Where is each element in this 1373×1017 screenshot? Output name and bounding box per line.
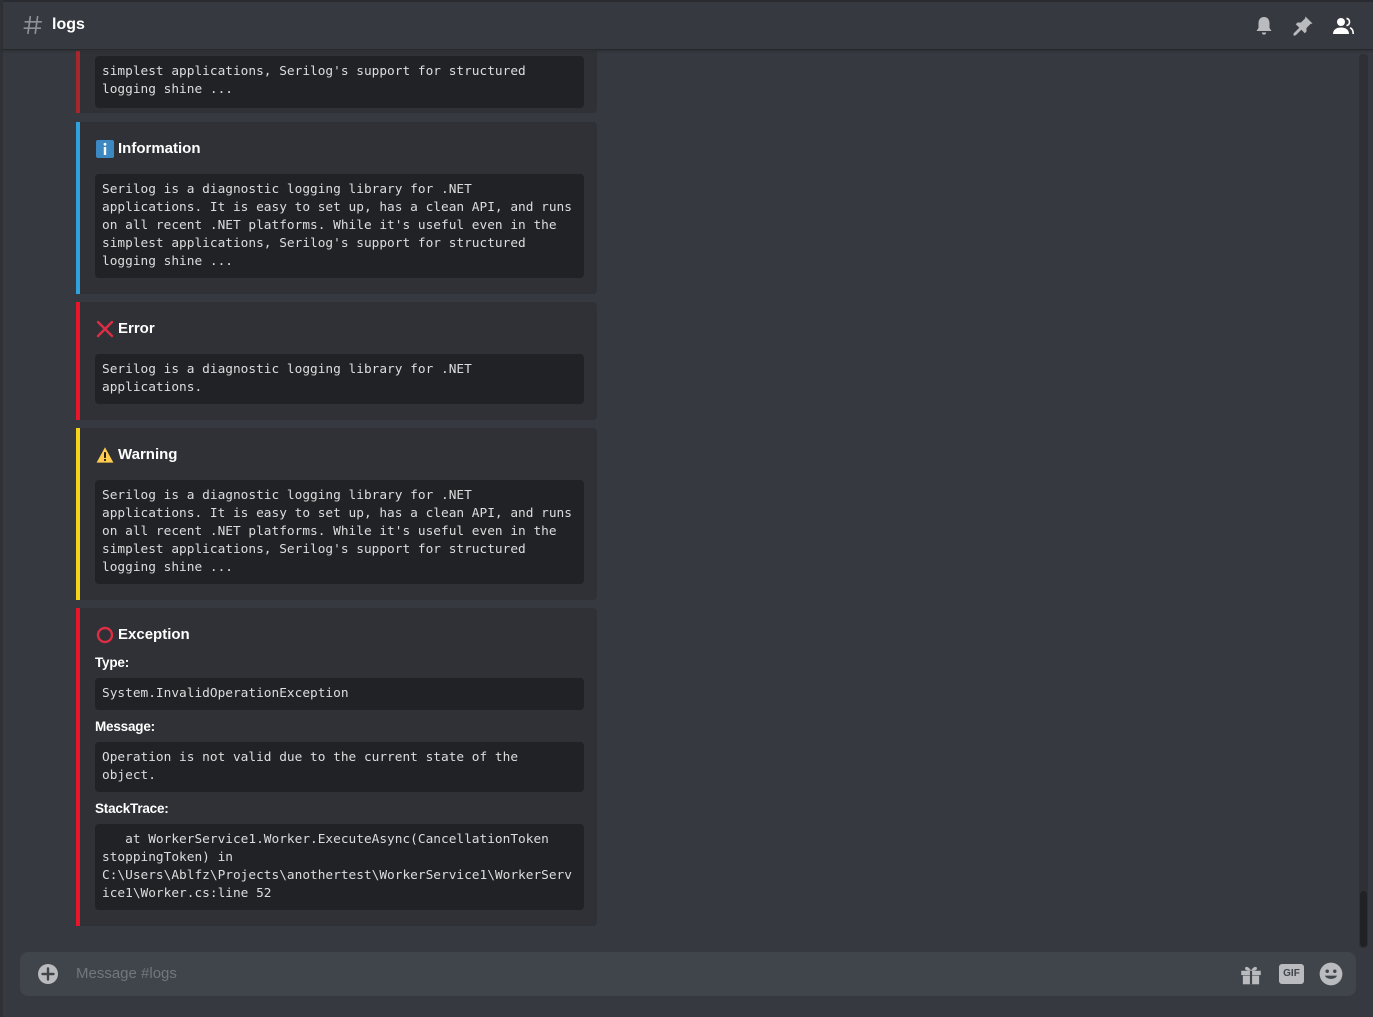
add-attachment-icon[interactable] xyxy=(36,962,60,986)
embed-code-block: Serilog is a diagnostic logging library … xyxy=(95,480,584,584)
bell-icon[interactable] xyxy=(1252,14,1276,38)
embed-title: Error xyxy=(96,318,155,340)
embed-code-block: Serilog is a diagnostic logging library … xyxy=(95,174,584,278)
embed-title-text: Exception xyxy=(118,626,190,643)
embed-code-block: simplest applications, Serilog's support… xyxy=(95,56,584,108)
cross-icon xyxy=(96,320,114,338)
message-composer[interactable]: Message #logs GIF xyxy=(20,952,1356,996)
pin-icon[interactable] xyxy=(1291,14,1315,38)
field-name-type: Type: xyxy=(95,655,130,670)
gift-icon[interactable] xyxy=(1238,961,1264,987)
circle-icon xyxy=(96,626,114,644)
embed-title: Information xyxy=(96,138,201,160)
log-embed-information: Information Serilog is a diagnostic logg… xyxy=(76,122,597,294)
field-name-stacktrace: StackTrace: xyxy=(95,801,169,816)
log-embed-warning: Warning Serilog is a diagnostic logging … xyxy=(76,428,597,600)
scrollbar-track[interactable] xyxy=(1359,54,1368,948)
embed-title: Warning xyxy=(96,444,177,466)
log-embed-partial: simplest applications, Serilog's support… xyxy=(76,51,597,113)
field-value-type: System.InvalidOperationException xyxy=(95,678,584,710)
field-name-message: Message: xyxy=(95,719,155,734)
field-value-stacktrace: at WorkerService1.Worker.ExecuteAsync(Ca… xyxy=(95,824,584,910)
message-input[interactable]: Message #logs xyxy=(76,965,177,982)
members-icon[interactable] xyxy=(1331,14,1355,38)
embed-title-text: Warning xyxy=(118,446,178,463)
embed-title-text: Information xyxy=(118,140,201,157)
info-icon xyxy=(96,140,114,158)
emoji-icon[interactable] xyxy=(1318,961,1344,987)
channel-name: logs xyxy=(52,16,85,33)
gif-button[interactable]: GIF xyxy=(1279,964,1304,984)
scrollbar-thumb[interactable] xyxy=(1360,891,1367,947)
embed-title-text: Error xyxy=(118,320,155,337)
hash-icon xyxy=(23,15,43,35)
embed-title: Exception xyxy=(96,624,190,646)
warning-icon xyxy=(96,447,114,463)
embed-code-block: Serilog is a diagnostic logging library … xyxy=(95,354,584,404)
log-embed-error: Error Serilog is a diagnostic logging li… xyxy=(76,302,597,420)
channel-header: logs xyxy=(3,2,1373,50)
field-value-message: Operation is not valid due to the curren… xyxy=(95,742,584,792)
log-embed-exception: Exception Type: System.InvalidOperationE… xyxy=(76,608,597,926)
message-list[interactable]: simplest applications, Serilog's support… xyxy=(3,51,1356,951)
